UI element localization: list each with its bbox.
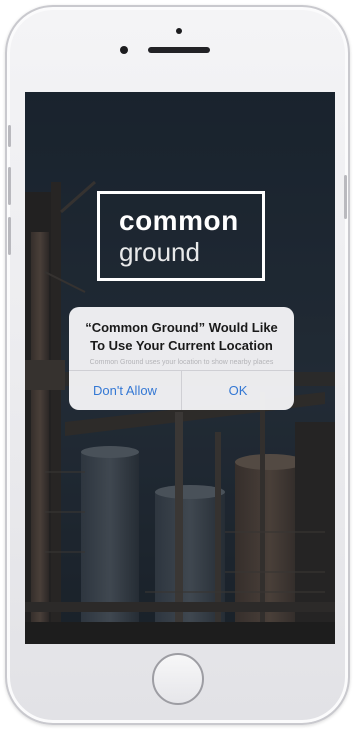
ok-button[interactable]: OK <box>182 371 294 410</box>
home-button[interactable] <box>152 653 204 705</box>
proximity-sensor <box>120 46 128 54</box>
earpiece-speaker <box>148 47 210 53</box>
dont-allow-button[interactable]: Don't Allow <box>69 371 181 410</box>
common-ground-logo: common ground <box>97 191 265 281</box>
logo-text-common: common <box>119 205 239 236</box>
volume-up-button <box>8 167 11 205</box>
alert-message: Common Ground uses your location to show… <box>89 359 274 366</box>
alert-title: “Common Ground” Would Like To Use Your C… <box>85 320 278 353</box>
location-permission-alert: “Common Ground” Would Like To Use Your C… <box>69 307 294 410</box>
power-button <box>344 175 347 219</box>
logo-text-ground: ground <box>119 237 200 267</box>
volume-down-button <box>8 217 11 255</box>
silent-switch <box>8 125 11 147</box>
app-screen: common ground “Common Ground” Would Like… <box>25 92 335 644</box>
front-camera <box>176 28 182 34</box>
